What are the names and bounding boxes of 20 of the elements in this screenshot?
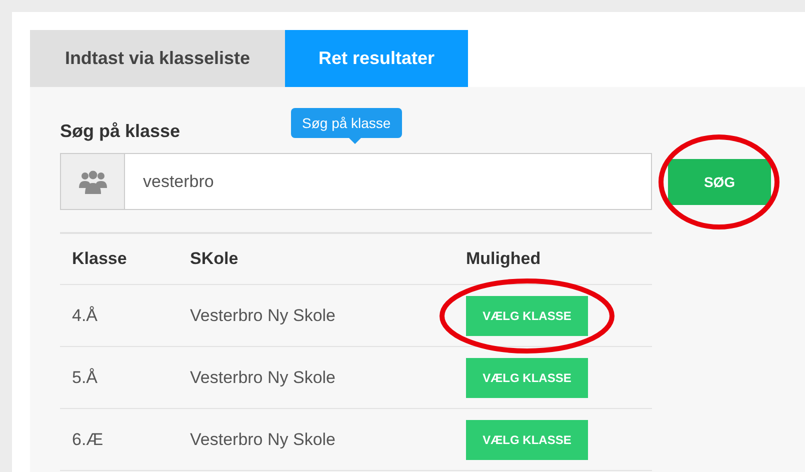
- search-field[interactable]: vesterbro: [125, 153, 652, 210]
- table-cell-text: Vesterbro Ny Skole: [190, 368, 337, 388]
- search-label: Søg på klasse: [60, 121, 180, 142]
- tab[interactable]: Indtast via klasseliste: [30, 30, 285, 87]
- tooltip-arrow: [349, 138, 361, 144]
- select-class-button[interactable]: VÆLG KLASSE: [466, 420, 588, 460]
- column-header: Klasse: [71, 249, 128, 269]
- tooltip: Søg på klasse: [291, 108, 402, 138]
- search-button[interactable]: SØG: [668, 158, 771, 204]
- table-cell-text: 5.Å: [71, 368, 99, 388]
- people-group-icon: [78, 170, 106, 194]
- table-cell-text: 4.Å: [71, 306, 99, 326]
- table-cell-text: Vesterbro Ny Skole: [190, 430, 337, 450]
- select-class-button[interactable]: VÆLG KLASSE: [466, 296, 588, 336]
- select-class-button[interactable]: VÆLG KLASSE: [466, 358, 588, 398]
- column-header: SKole: [190, 249, 240, 269]
- table-cell-text: Vesterbro Ny Skole: [190, 306, 337, 326]
- tab[interactable]: Ret resultater: [285, 30, 468, 87]
- column-header: Mulighed: [466, 249, 542, 269]
- table-cell-text: 6.Æ: [71, 430, 104, 450]
